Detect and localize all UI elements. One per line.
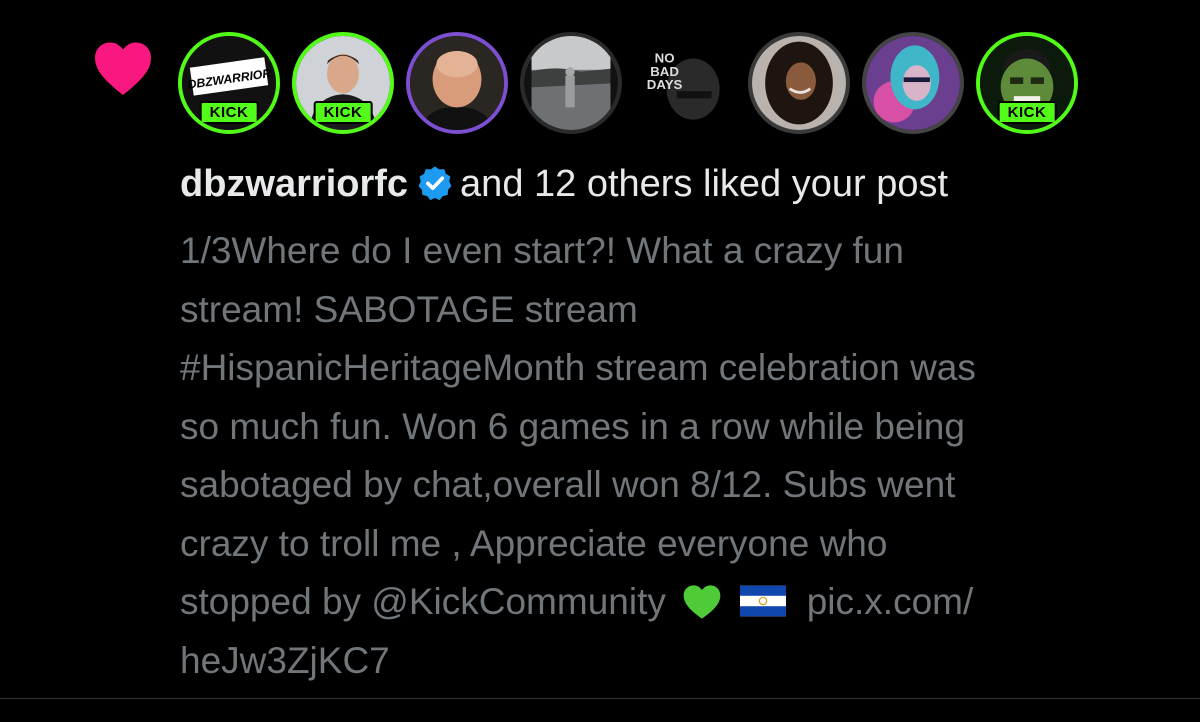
action-text: and 12 others liked your post xyxy=(460,163,949,205)
avatar-photo xyxy=(752,36,846,130)
liker-username[interactable]: dbzwarriorfc xyxy=(180,163,408,205)
post-line: sabotaged by chat,overall won 8/12. Subs… xyxy=(180,464,956,505)
kick-badge: KICK xyxy=(997,101,1057,124)
avatar[interactable] xyxy=(520,32,622,134)
avatar-no-bad-days-logo: NO BAD DAYS xyxy=(634,32,736,134)
post-link[interactable]: pic.x.com/ xyxy=(807,581,974,622)
post-line: so much fun. Won 6 games in a row while … xyxy=(180,405,965,447)
svg-text:DAYS: DAYS xyxy=(647,77,683,92)
avatar[interactable]: KICK xyxy=(976,32,1078,134)
avatar-photo xyxy=(410,36,504,130)
green-heart-icon xyxy=(683,585,721,619)
avatar[interactable]: NO BAD DAYS xyxy=(634,32,736,134)
like-notification[interactable]: DBZWARRIOR KICK KICK NO BAD DAYS KICK db… xyxy=(0,0,1200,722)
kick-badge: KICK xyxy=(199,101,259,124)
post-line: stream! SABOTAGE stream xyxy=(180,288,638,330)
divider xyxy=(0,698,1200,699)
post-line: 1/3Where do I even start?! What a crazy … xyxy=(180,230,904,271)
post-line: #HispanicHeritageMonth stream celebratio… xyxy=(180,347,976,388)
post-line-mentions: stopped by @KickCommunity pic.x.com/ xyxy=(180,573,1170,632)
verified-badge-icon xyxy=(418,166,452,201)
notification-headline: dbzwarriorfc and 12 others liked your po… xyxy=(180,160,1160,208)
heart-icon xyxy=(95,42,151,95)
el-salvador-flag-icon xyxy=(740,585,787,617)
avatar[interactable] xyxy=(748,32,850,134)
post-line-text: stopped by @KickCommunity xyxy=(180,581,666,622)
avatar[interactable]: KICK xyxy=(292,32,394,134)
avatar[interactable] xyxy=(862,32,964,134)
kick-badge: KICK xyxy=(313,101,373,124)
post-preview[interactable]: 1/3Where do I even start?! What a crazy … xyxy=(180,222,1170,690)
avatar[interactable] xyxy=(406,32,508,134)
post-link-cont[interactable]: heJw3ZjKC7 xyxy=(180,632,1170,691)
avatar-photo xyxy=(524,36,618,130)
post-line: crazy to troll me , Appreciate everyone … xyxy=(180,522,888,564)
avatar[interactable]: DBZWARRIOR KICK xyxy=(178,32,280,134)
avatar-photo xyxy=(866,36,960,130)
